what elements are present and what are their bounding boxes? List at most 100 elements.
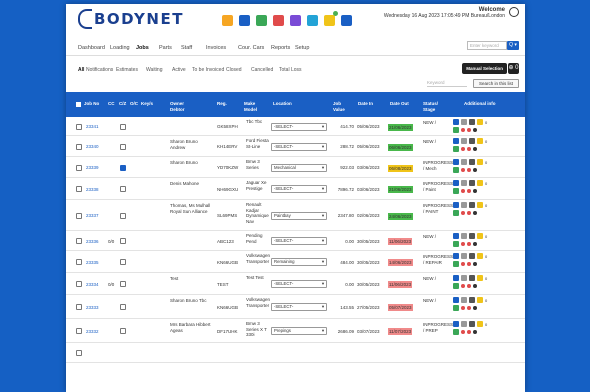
copy-icon[interactable] (469, 138, 475, 144)
folder-icon[interactable] (477, 119, 483, 125)
delete-icon[interactable] (473, 128, 477, 132)
wrench-icon[interactable] (461, 262, 465, 266)
nav-item-dashboard[interactable]: Dashboard (78, 45, 105, 51)
image-icon[interactable] (453, 329, 459, 335)
row-checkbox[interactable] (76, 350, 82, 356)
keyword-search-button[interactable]: Q ▾ (507, 41, 519, 50)
folder-icon[interactable] (477, 202, 483, 208)
table-row[interactable]: 23337 Thomas, Ms Mulhall Royal Sun Allian… (66, 200, 525, 231)
delete-icon[interactable] (473, 147, 477, 151)
oc-checkbox[interactable] (120, 212, 126, 219)
copy-icon[interactable] (469, 275, 475, 281)
delete-icon[interactable] (473, 211, 477, 215)
image-icon[interactable] (453, 261, 459, 267)
document-icon[interactable] (461, 180, 467, 186)
location-select[interactable]: -SELECT- ▾ (271, 280, 327, 288)
wrench-icon[interactable] (461, 330, 465, 334)
oc-checkbox[interactable] (120, 164, 126, 171)
tab-estimates[interactable]: Estimates (116, 67, 138, 73)
image-icon[interactable] (453, 305, 459, 311)
location-select[interactable]: Remaining ▾ (271, 258, 327, 266)
document-icon[interactable] (461, 202, 467, 208)
document-icon[interactable] (461, 159, 467, 165)
col-status[interactable]: Status/ Stage (423, 101, 451, 112)
image-icon[interactable] (453, 127, 459, 133)
col-make[interactable]: Make Model (244, 101, 268, 112)
folder-icon[interactable] (477, 180, 483, 186)
table-row[interactable]: 23334 0/0 Test TEST Test Test -SELECT- ▾ 0.00 30… (66, 273, 525, 295)
jobs-app-icon[interactable] (222, 15, 233, 26)
edit-icon[interactable] (453, 321, 459, 327)
row-checkbox[interactable] (76, 281, 82, 287)
nav-item-loading[interactable]: Loading (110, 45, 130, 51)
location-select[interactable]: Paintbay ▾ (271, 211, 327, 220)
edit-icon[interactable] (453, 159, 459, 165)
col-location[interactable]: Location (273, 101, 292, 107)
row-checkbox[interactable] (76, 328, 82, 334)
copy-icon[interactable] (469, 159, 475, 165)
search-in-list-button[interactable]: Search in this list (473, 79, 519, 88)
table-row[interactable]: 23335 KN66UGB Volkswagen Transporter Remain… (66, 251, 525, 273)
row-checkbox[interactable] (76, 259, 82, 265)
document-icon[interactable] (461, 297, 467, 303)
oc-checkbox[interactable] (120, 259, 126, 265)
nav-item-setup[interactable]: Setup (295, 45, 309, 51)
location-select[interactable]: -SELECT- ▾ (271, 142, 327, 151)
image-icon[interactable] (453, 188, 459, 194)
tab-active[interactable]: Active (172, 67, 186, 73)
edit-icon[interactable] (453, 233, 459, 239)
delete-icon[interactable] (473, 284, 477, 288)
location-select[interactable]: -SELECT- ▾ (271, 122, 327, 131)
job-number-link[interactable]: 23340 (86, 144, 99, 150)
add-job-button[interactable]: ⊕ 0 (508, 63, 519, 74)
document-icon[interactable] (461, 233, 467, 239)
wrench-icon[interactable] (461, 242, 465, 246)
document-icon[interactable] (461, 253, 467, 259)
job-number-link[interactable]: 23339 (86, 165, 99, 171)
row-checkbox[interactable] (76, 143, 82, 150)
document-icon[interactable] (461, 138, 467, 144)
tab-to-be-invoiced[interactable]: To be Invoiced (192, 67, 224, 73)
col-date-out[interactable]: Date Out (390, 101, 409, 107)
location-select[interactable]: Mechanical ▾ (271, 163, 327, 172)
wrench-icon[interactable] (461, 168, 465, 172)
job-number-link[interactable]: 23336 (86, 239, 99, 245)
table-row[interactable]: 23336 0/0 ABC123 Pending Pend -SELECT- ▾ 0.00 3… (66, 231, 525, 251)
row-checkbox[interactable] (76, 123, 82, 130)
parts-app-icon[interactable] (256, 15, 267, 26)
table-row[interactable]: 23333 Sharon Bruno Tbc KN66UGB Volkswagen T… (66, 295, 525, 319)
col-reg[interactable]: Reg. (217, 101, 227, 107)
delete-icon[interactable] (473, 330, 477, 334)
alerts-app-icon[interactable] (324, 11, 338, 26)
delete-icon[interactable] (473, 242, 477, 246)
job-number-link[interactable]: 23338 (86, 187, 99, 193)
table-row[interactable]: 23341 GK58XPH Tbc Tbc -SELECT- ▾ 414.70 05/06/… (66, 117, 525, 136)
courtesy-app-icon[interactable] (290, 15, 301, 26)
copy-icon[interactable] (469, 119, 475, 125)
settings-app-icon[interactable] (341, 15, 352, 26)
col-job[interactable]: Job No (84, 101, 99, 107)
cancel-icon[interactable] (467, 306, 471, 310)
copy-icon[interactable] (469, 233, 475, 239)
location-select[interactable]: -SELECT- ▾ (271, 303, 327, 311)
folder-icon[interactable] (477, 321, 483, 327)
location-select[interactable]: -SELECT- ▾ (271, 185, 327, 193)
row-checkbox[interactable] (76, 164, 82, 171)
image-icon[interactable] (453, 283, 459, 289)
oc-checkbox[interactable] (120, 304, 126, 310)
cancel-icon[interactable] (467, 211, 471, 215)
delete-icon[interactable] (473, 262, 477, 266)
edit-icon[interactable] (453, 202, 459, 208)
wrench-icon[interactable] (461, 189, 465, 193)
document-icon[interactable] (461, 275, 467, 281)
wrench-icon[interactable] (461, 306, 465, 310)
table-row[interactable]: 23332 Mrs Barbara Hibbert Ageas DF17UHK Bmw… (66, 319, 525, 343)
edit-icon[interactable] (453, 275, 459, 281)
oc-checkbox[interactable] (120, 328, 126, 334)
bodynet-logo[interactable]: BODYNET (78, 9, 184, 29)
document-icon[interactable] (461, 119, 467, 125)
select-all-checkbox[interactable] (76, 102, 81, 107)
cancel-icon[interactable] (467, 262, 471, 266)
job-number-link[interactable]: 23332 (86, 329, 99, 335)
oc-checkbox[interactable] (120, 186, 126, 192)
